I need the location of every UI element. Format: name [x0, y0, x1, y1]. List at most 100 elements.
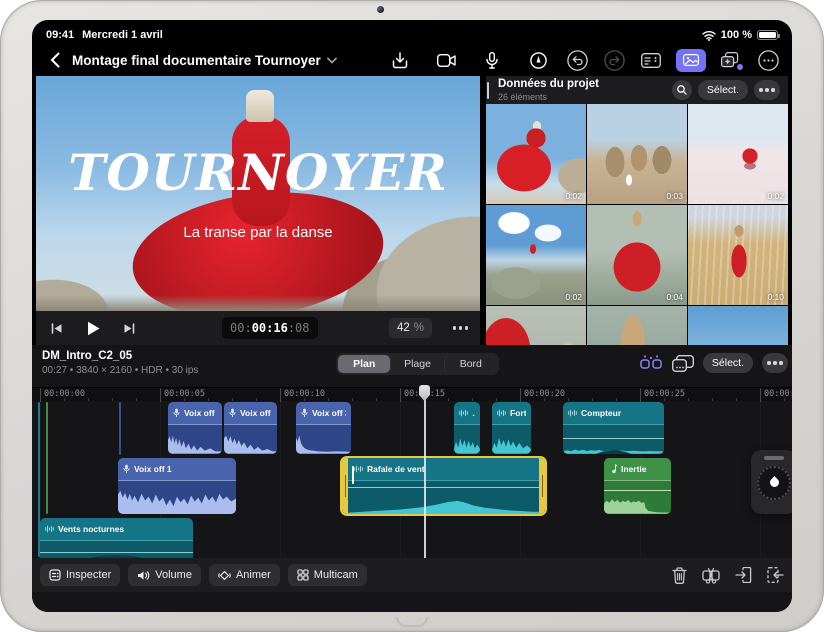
timeline-clip[interactable]: Inertie [604, 458, 671, 514]
timeline-clip[interactable]: Voix off 2 [168, 402, 222, 454]
blade-cut-icon[interactable] [702, 567, 720, 584]
multicam-button[interactable]: Multicam [288, 564, 367, 586]
trash-icon[interactable] [672, 567, 687, 584]
inspect-button[interactable]: Inspecter [40, 564, 120, 586]
zoom-unit: % [414, 322, 424, 334]
ruler-label: 00:00:20 [524, 389, 565, 399]
volume-button[interactable]: Volume [128, 564, 201, 586]
zoom-level-button[interactable]: 42% [389, 318, 432, 338]
media-thumbnail[interactable] [486, 306, 586, 345]
media-browser-icon[interactable] [676, 49, 706, 72]
mic-icon [301, 408, 308, 418]
timeline-more-button[interactable] [762, 353, 788, 373]
ruler-label: 00:00:00 [44, 389, 85, 399]
overwrite-clip-icon[interactable] [767, 567, 784, 583]
microphone-icon[interactable] [480, 48, 504, 72]
redo-icon[interactable] [602, 48, 626, 72]
trim-handle-left[interactable] [342, 458, 348, 514]
search-button[interactable] [672, 80, 692, 100]
media-thumbnail[interactable] [688, 306, 788, 345]
timeline-select-button[interactable]: Sélect. [703, 353, 753, 373]
media-panel-count: 26 éléments [498, 92, 599, 102]
clip-duration: 0:02 [565, 292, 582, 302]
project-title: Montage final documentaire Tournoyer [72, 53, 321, 68]
media-thumbnail[interactable]: 0:02 [688, 104, 788, 204]
timeline-clip-selected[interactable]: Rafale de vent [342, 458, 545, 514]
import-icon[interactable] [388, 48, 412, 72]
timeline-tracks[interactable]: Voix off 2 Voix off 2 Voix off 3 … [32, 401, 792, 558]
animate-label: Animer [236, 569, 271, 581]
media-browser-panel: Données du projet 26 éléments Sélect. 0:… [486, 76, 788, 345]
tab-plage[interactable]: Plage [390, 355, 443, 373]
tab-bord[interactable]: Bord [444, 355, 497, 373]
skip-forward-icon[interactable] [116, 315, 142, 341]
more-options-icon[interactable] [756, 48, 780, 72]
timeline-clip[interactable]: Voix off 3 [296, 402, 351, 454]
connect-clip-icon[interactable] [639, 354, 663, 372]
media-thumbnail[interactable]: 0:04 [587, 205, 687, 305]
timeline-clip[interactable]: Fort… [492, 402, 531, 454]
media-thumbnail[interactable]: 0:03 [587, 104, 687, 204]
clip-label: Vents nocturnes [58, 524, 124, 534]
ruler-label: 00:00:05 [164, 389, 205, 399]
edit-mode-segmented-control: Plan Plage Bord [336, 353, 499, 375]
timeline-clip[interactable]: Voix off 2 [224, 402, 277, 454]
media-more-button[interactable] [754, 80, 780, 100]
inspector-toggle-icon[interactable] [639, 48, 663, 72]
inspect-label: Inspecter [66, 569, 111, 581]
media-thumbnail[interactable]: 0:02 [486, 104, 586, 204]
play-button[interactable] [80, 315, 106, 341]
status-time: 09:41 [46, 29, 74, 41]
media-thumbnail[interactable]: 0:10 [688, 205, 788, 305]
clip-label: Voix off 2 [240, 408, 272, 418]
video-viewer[interactable]: TOURNOYER La transe par la danse [36, 76, 480, 311]
media-select-button[interactable]: Sélect. [698, 80, 748, 100]
media-thumbnail[interactable] [587, 306, 687, 345]
clip-duration: 0:03 [666, 191, 683, 201]
wifi-icon [702, 30, 716, 41]
effects-icon[interactable] [719, 48, 743, 72]
battery-icon [757, 30, 778, 40]
insert-clip-icon[interactable] [735, 567, 752, 583]
timeline-clip[interactable]: Compteur [563, 402, 664, 454]
jog-grip [764, 456, 784, 460]
animate-button[interactable]: Animer [209, 564, 280, 586]
ruler-label: 00:00:10 [284, 389, 325, 399]
timecode-prefix: 00: [230, 321, 252, 335]
fade-handle[interactable] [352, 466, 354, 484]
timeline-clip[interactable]: Voix off 1 [118, 458, 236, 514]
clip-label: … [472, 408, 475, 418]
timecode-suffix: :08 [288, 321, 310, 335]
clip-label: Voix off 3 [312, 408, 346, 418]
video-title-text: TOURNOYER [36, 148, 480, 198]
clip-label: Compteur [581, 408, 621, 418]
pencil-tool-icon[interactable] [526, 48, 550, 72]
audio-wave-icon [568, 409, 577, 417]
speaker-icon [137, 570, 150, 581]
timecode-display: 00:00:16:08 [222, 317, 318, 339]
audio-wave-icon [45, 525, 54, 533]
transport-bar: 00:00:16:08 42% [36, 311, 480, 345]
back-button[interactable] [44, 49, 66, 71]
chevron-down-icon[interactable] [327, 57, 337, 64]
viewer-more-icon[interactable] [453, 326, 469, 330]
jog-wheel-overlay[interactable] [751, 450, 792, 514]
overlay-view-icon[interactable] [672, 355, 694, 372]
undo-icon[interactable] [565, 48, 589, 72]
timeline-clip[interactable]: Vents nocturnes [40, 518, 193, 558]
media-thumbnail[interactable]: 0:02 [486, 205, 586, 305]
clip-duration: 0:02 [565, 191, 582, 201]
timeline-clip[interactable]: … [454, 402, 480, 454]
timeline-ruler[interactable]: 00:00:00 00:00:05 00:00:10 00:00:15 00:0… [32, 387, 792, 401]
timecode-main: 00:16 [252, 321, 288, 335]
camera-icon[interactable] [434, 48, 458, 72]
media-panel-header: Données du projet 26 éléments Sélect. [486, 76, 788, 104]
clip-edge-line [46, 402, 48, 514]
timeline-clip-title: DM_Intro_C2_05 [42, 350, 132, 362]
status-bar: 09:41 Mercredi 1 avril 100 % [32, 20, 792, 44]
tab-plan[interactable]: Plan [338, 355, 390, 373]
clip-duration: 0:02 [767, 191, 784, 201]
trim-handle-right[interactable] [539, 458, 545, 514]
clip-label: Inertie [621, 464, 647, 474]
skip-back-icon[interactable] [44, 315, 70, 341]
